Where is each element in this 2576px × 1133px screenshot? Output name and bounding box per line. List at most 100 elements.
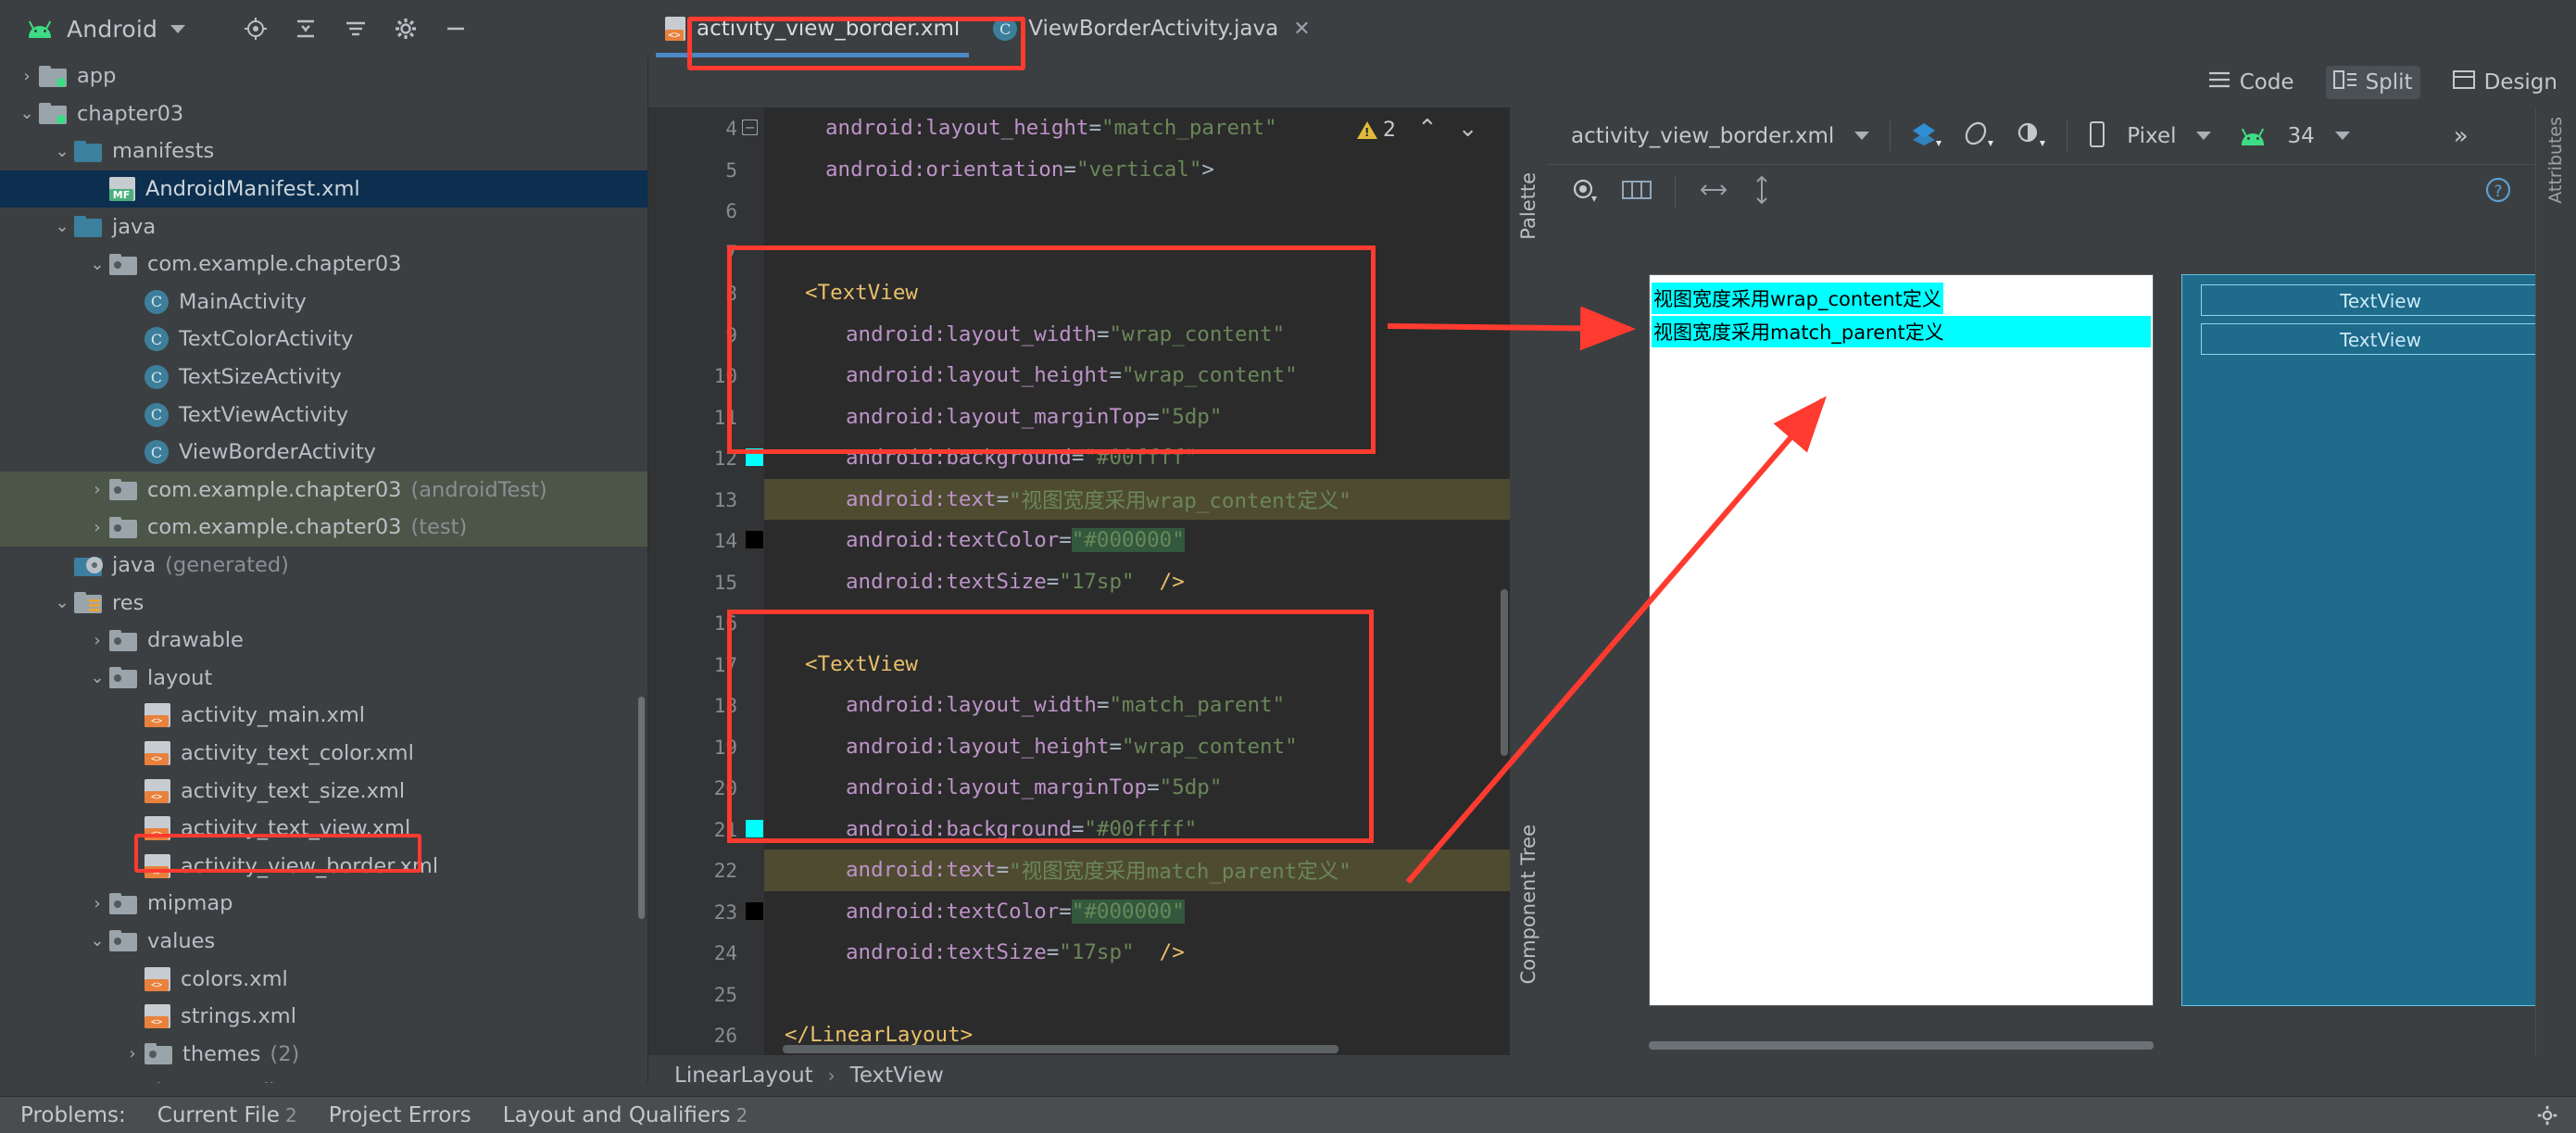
component-tree-rail[interactable]: Component Tree <box>1510 815 1547 1056</box>
chevron-down-icon[interactable]: ⌄ <box>50 217 74 236</box>
orientation-icon[interactable] <box>1963 120 1994 152</box>
sidebar-scrollbar[interactable] <box>638 697 645 919</box>
chevron-down-icon[interactable] <box>170 24 186 33</box>
tree-item-layout[interactable]: ⌄ layout <box>0 660 647 698</box>
code-line[interactable]: android:layout_width = "wrap_content" <box>764 314 1510 356</box>
tree-item-textsizeactivity[interactable]: C TextSizeActivity <box>0 359 647 397</box>
chevron-down-icon[interactable] <box>2334 132 2350 140</box>
code-line[interactable]: android:background = "#00ffff" <box>764 437 1510 479</box>
theme-icon[interactable] <box>2015 120 2046 152</box>
code-line[interactable] <box>764 232 1510 273</box>
preview-horizontal-scrollbar[interactable] <box>1649 1041 2154 1050</box>
tree-item-strings-xml[interactable]: <> strings.xml <box>0 998 647 1036</box>
horizontal-resize-icon[interactable] <box>1698 180 1729 204</box>
tree-item-res[interactable]: res (generated) <box>0 1073 647 1083</box>
code-line[interactable]: – <TextView <box>742 120 1510 314</box>
blueprint-columns-icon[interactable] <box>1621 178 1652 206</box>
mode-split[interactable]: Split <box>2325 66 2420 99</box>
attributes-rail[interactable]: Attributes <box>2535 107 2576 1055</box>
color-swatch-cyan[interactable] <box>746 819 763 837</box>
tree-item-activity-text-view-xml[interactable]: <> activity_text_view.xml <box>0 810 647 848</box>
code-editor[interactable]: 4 5 6 7 8 9 10 11 12 13 14 15 16 17 18 19 20 21 22 23 24 25 26… <box>648 107 1510 1055</box>
tree-item-mipmap[interactable]: › mipmap <box>0 885 647 923</box>
chevron-down-icon[interactable] <box>2196 132 2212 140</box>
tree-item-drawable[interactable]: › drawable <box>0 622 647 660</box>
chevron-right-icon[interactable]: › <box>85 894 109 913</box>
tree-item-chapter03[interactable]: ⌄ chapter03 <box>0 95 647 133</box>
tree-item-androidmanifest-xml[interactable]: MF AndroidManifest.xml <box>0 170 647 208</box>
code-line[interactable]: android:layout_height = "match_parent" <box>764 107 1510 149</box>
editor-vertical-scrollbar[interactable] <box>1501 589 1508 756</box>
chevron-right-icon[interactable]: › <box>85 518 109 537</box>
code-line[interactable]: android:text = "视图宽度采用wrap_content定义" <box>764 478 1510 520</box>
chevron-right-icon[interactable]: › <box>15 67 39 86</box>
chevron-down-icon[interactable]: ⌄ <box>1458 115 1478 143</box>
code-line[interactable]: android:layout_marginTop = "5dp" <box>764 397 1510 438</box>
settings-gear-icon[interactable] <box>2535 1103 2559 1133</box>
tree-item-activity-main-xml[interactable]: <> activity_main.xml <box>0 697 647 735</box>
collapse-all-icon[interactable] <box>293 16 319 42</box>
warning-badge[interactable]: 2 <box>1357 119 1396 142</box>
tree-item-res[interactable]: ⌄ res <box>0 584 647 622</box>
tree-item-java[interactable]: java (generated) <box>0 547 647 585</box>
tree-item-com-example-chapter03[interactable]: › com.example.chapter03 (test) <box>0 509 647 547</box>
fold-marker-icon[interactable]: – <box>742 120 758 135</box>
tree-item-mainactivity[interactable]: C MainActivity <box>0 283 647 321</box>
code-line[interactable]: android:layout_height = "wrap_content" <box>764 726 1510 768</box>
chevron-right-icon[interactable]: › <box>120 1044 145 1064</box>
code-line[interactable] <box>764 974 1510 1015</box>
status-item-current-file[interactable]: Current File 2 <box>157 1103 297 1127</box>
tree-item-com-example-chapter03[interactable]: ⌄ com.example.chapter03 <box>0 245 647 283</box>
preview-surface[interactable]: 视图宽度采用wrap_content定义 视图宽度采用match_parent定… <box>1547 220 2535 1055</box>
chevron-up-icon[interactable]: ⌃ <box>1417 115 1438 143</box>
help-question-icon[interactable]: ? <box>2483 175 2513 208</box>
minimize-icon[interactable] <box>443 16 469 42</box>
tree-item-com-example-chapter03[interactable]: › com.example.chapter03 (androidTest) <box>0 471 647 510</box>
tree-item-textcoloractivity[interactable]: C TextColorActivity <box>0 321 647 359</box>
layers-icon[interactable] <box>1911 120 1942 152</box>
project-selector[interactable]: Android <box>0 0 648 57</box>
breadcrumb-item-linearlayout[interactable]: LinearLayout <box>674 1064 813 1088</box>
target-icon[interactable] <box>243 16 269 42</box>
code-line[interactable]: android:text = "视图宽度采用match_parent定义" <box>764 850 1510 891</box>
tree-item-textviewactivity[interactable]: C TextViewActivity <box>0 396 647 434</box>
chevron-down-icon[interactable]: ⌄ <box>85 255 109 274</box>
code-line[interactable]: android:textColor = "#000000" <box>764 520 1510 561</box>
tab-activity-view-border-xml[interactable]: <> activity_view_border.xml <box>648 0 976 57</box>
chevron-down-icon[interactable]: ⌄ <box>85 668 109 687</box>
project-tree-panel[interactable]: › app ⌄ chapter03 ⌄ manifests MF AndroidManifes… <box>0 57 648 1083</box>
sort-icon[interactable] <box>343 16 369 42</box>
editor-code-area[interactable]: android:layout_height = "match_parent"andr… <box>742 107 1510 1055</box>
chevron-down-icon[interactable]: ⌄ <box>15 104 39 123</box>
tree-item-colors-xml[interactable]: <> colors.xml <box>0 960 647 998</box>
tree-item-themes[interactable]: › themes (2) <box>0 1035 647 1073</box>
tree-item-values[interactable]: ⌄ values <box>0 923 647 961</box>
settings-gear-icon[interactable] <box>393 16 419 42</box>
code-line[interactable]: android:layout_height = "wrap_content" <box>764 355 1510 397</box>
preview-device-name[interactable]: Pixel <box>2127 124 2176 148</box>
close-icon[interactable]: ✕ <box>1293 18 1310 41</box>
preview-file-name[interactable]: activity_view_border.xml <box>1571 124 1834 148</box>
code-line[interactable]: android:layout_marginTop = "5dp" <box>764 767 1510 809</box>
mode-design[interactable]: Design <box>2444 66 2565 99</box>
tree-item-activity-text-size-xml[interactable]: <> activity_text_size.xml <box>0 772 647 810</box>
color-swatch-cyan[interactable] <box>746 448 763 466</box>
breadcrumb-item-textview[interactable]: TextView <box>850 1064 944 1088</box>
code-line[interactable]: android:textColor = "#000000" <box>764 891 1510 933</box>
color-swatch-black[interactable] <box>746 531 763 548</box>
chevron-down-icon[interactable]: ⌄ <box>50 593 74 612</box>
tree-item-java[interactable]: ⌄ java <box>0 208 647 245</box>
overflow-icon[interactable]: » <box>2454 122 2469 150</box>
chevron-right-icon[interactable]: › <box>85 480 109 499</box>
tab-view-border-activity-java[interactable]: C ViewBorderActivity.java ✕ <box>976 0 1326 57</box>
tree-item-manifests[interactable]: ⌄ manifests <box>0 132 647 170</box>
code-line[interactable]: – <TextView <box>742 120 1510 686</box>
tree-item-activity-text-color-xml[interactable]: <> activity_text_color.xml <box>0 735 647 773</box>
tree-item-app[interactable]: › app <box>0 57 647 95</box>
blueprint-render[interactable]: TextView TextView <box>2181 274 2535 1006</box>
tree-item-viewborderactivity[interactable]: C ViewBorderActivity <box>0 434 647 472</box>
chevron-down-icon[interactable]: ⌄ <box>50 142 74 161</box>
mode-code[interactable]: Code <box>2200 66 2302 99</box>
eye-view-icon[interactable] <box>1571 177 1599 207</box>
editor-horizontal-scrollbar[interactable] <box>783 1045 1338 1053</box>
